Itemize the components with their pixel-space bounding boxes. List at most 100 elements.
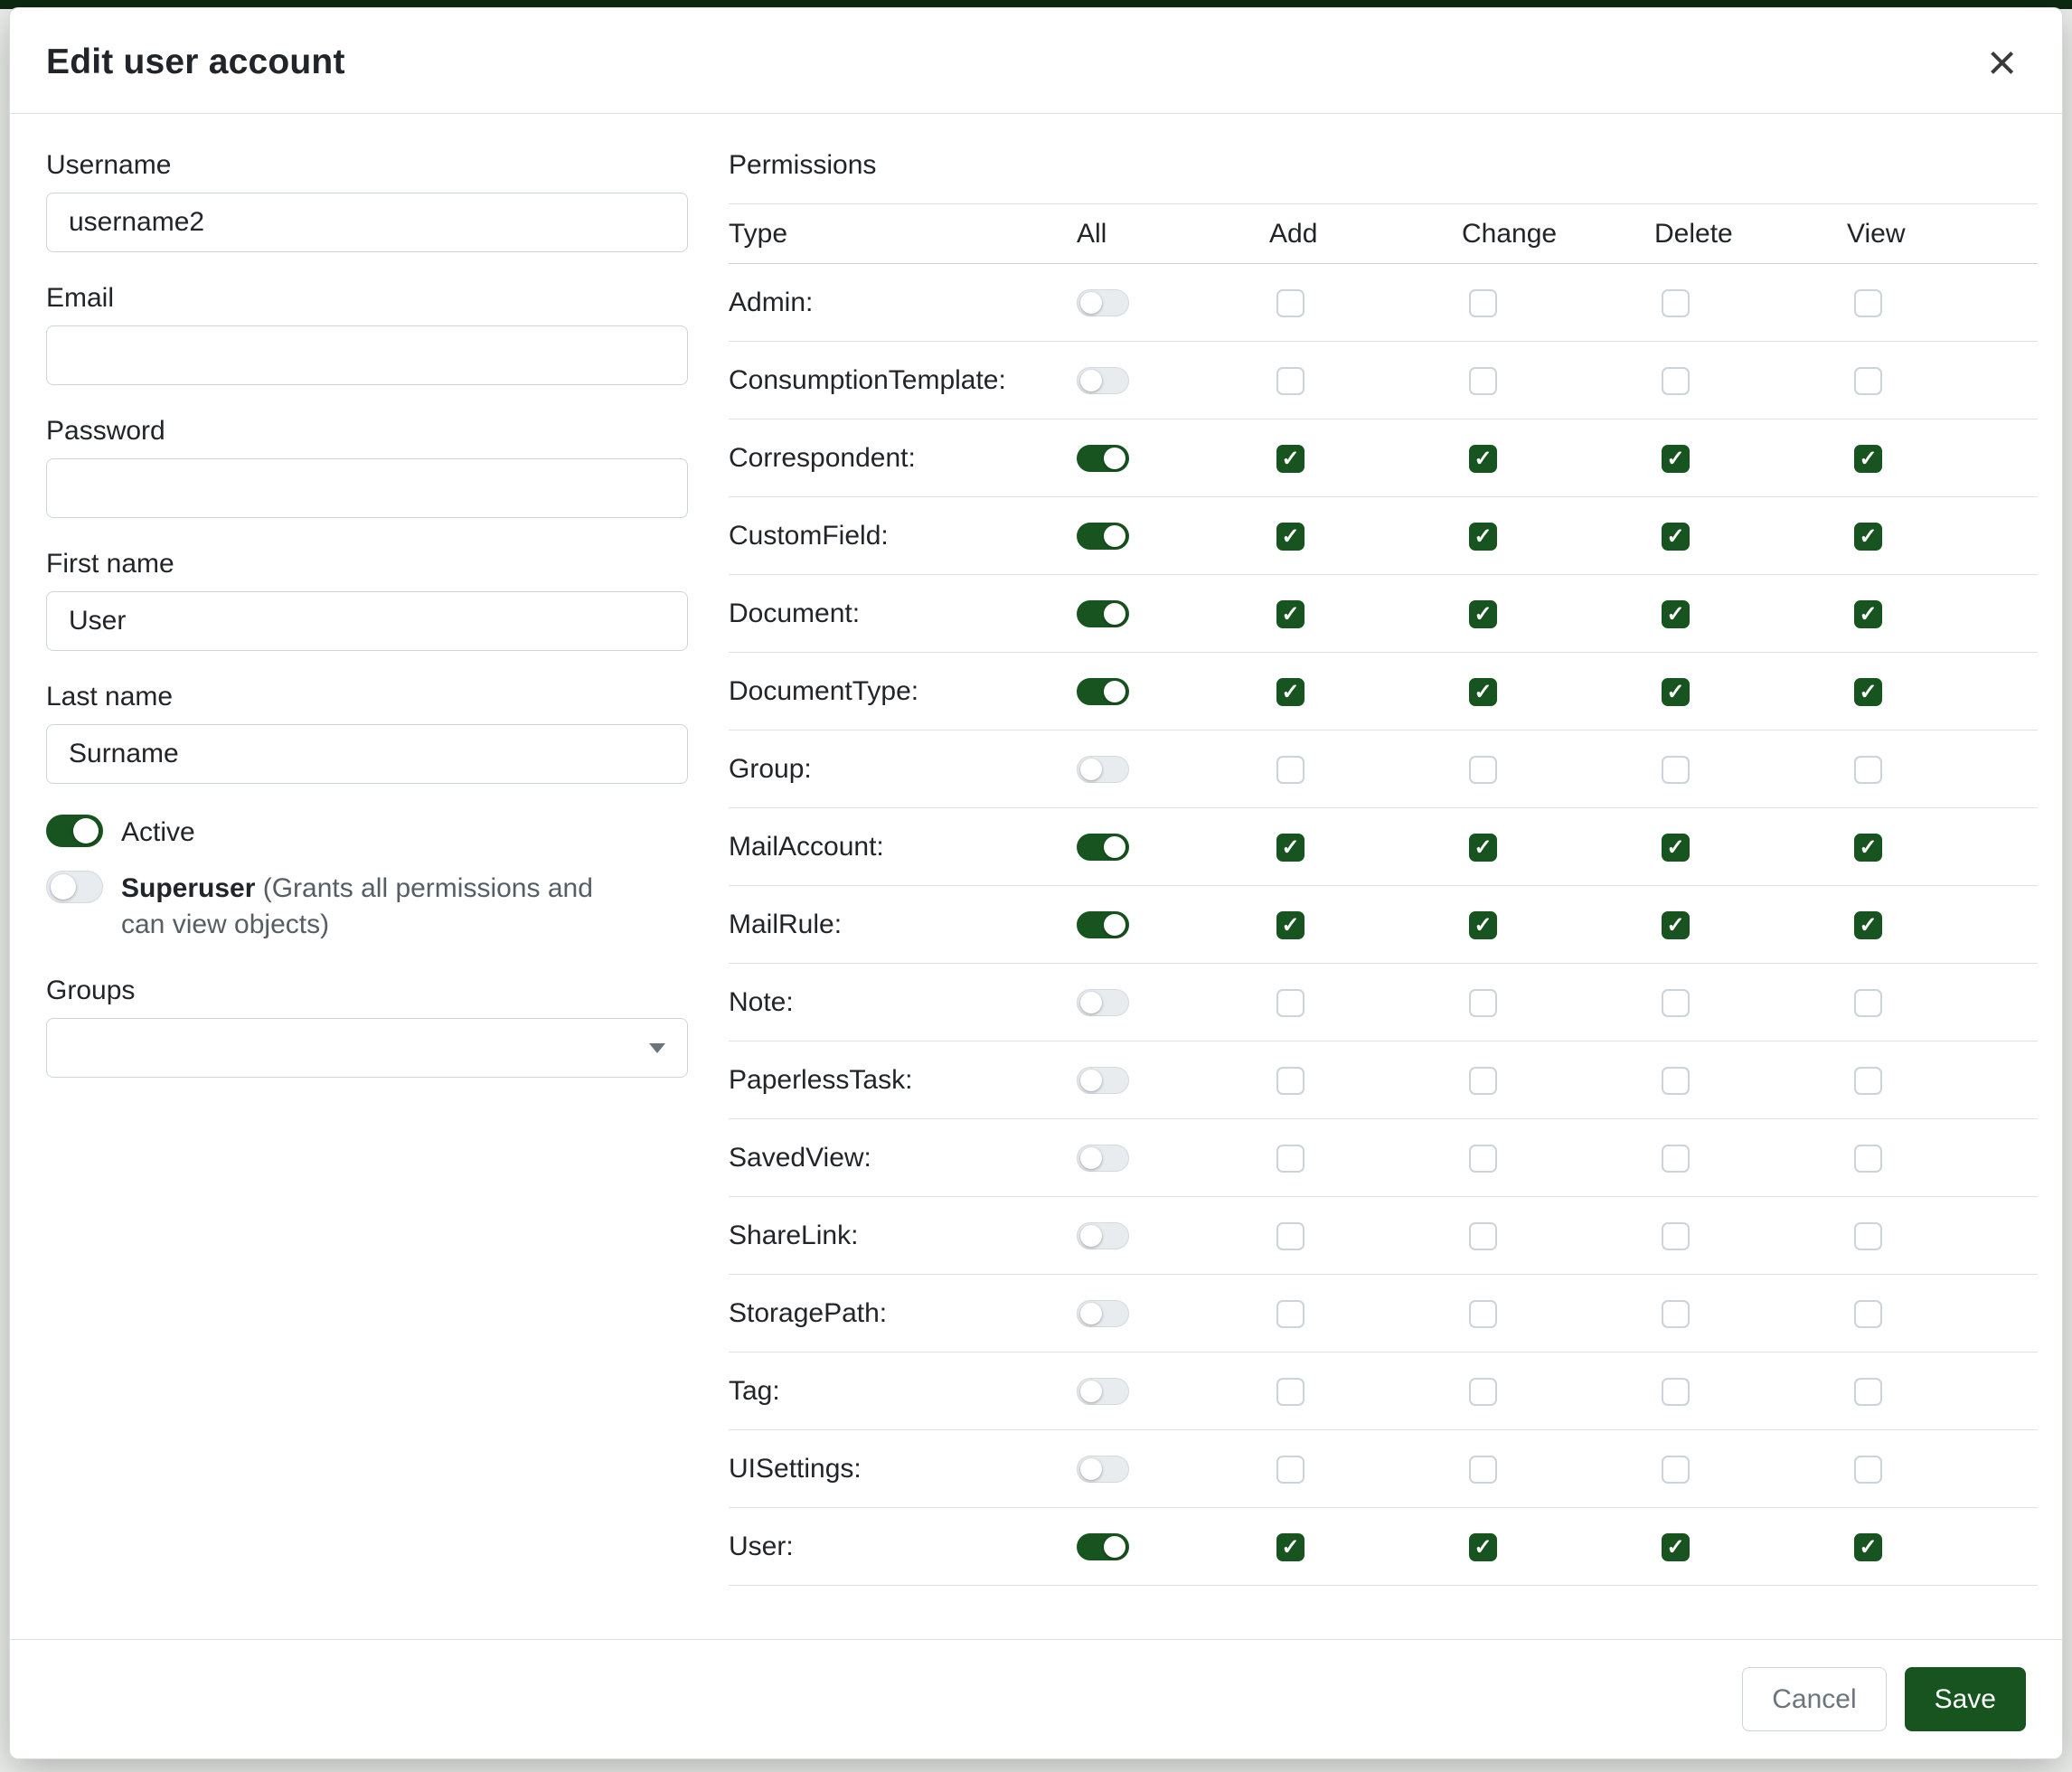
all-toggle[interactable]: [1077, 989, 1129, 1016]
all-toggle[interactable]: [1077, 756, 1129, 783]
view-checkbox[interactable]: [1854, 911, 1882, 939]
delete-checkbox[interactable]: [1662, 289, 1690, 317]
delete-checkbox[interactable]: [1662, 834, 1690, 862]
active-toggle[interactable]: [46, 815, 103, 847]
view-checkbox[interactable]: [1854, 289, 1882, 317]
delete-checkbox[interactable]: [1662, 1456, 1690, 1484]
all-toggle[interactable]: [1077, 1067, 1129, 1094]
change-checkbox[interactable]: [1469, 1378, 1497, 1406]
view-checkbox[interactable]: [1854, 678, 1882, 706]
add-checkbox[interactable]: [1276, 367, 1304, 395]
permissions-table: Type All Add Change Delete View Admin: C…: [729, 203, 2038, 1586]
change-checkbox[interactable]: [1469, 367, 1497, 395]
all-toggle[interactable]: [1077, 1222, 1129, 1249]
delete-checkbox[interactable]: [1662, 1378, 1690, 1406]
change-checkbox[interactable]: [1469, 1067, 1497, 1095]
add-checkbox[interactable]: [1276, 989, 1304, 1017]
change-checkbox[interactable]: [1469, 523, 1497, 551]
email-field[interactable]: [46, 325, 688, 385]
username-input[interactable]: [46, 193, 688, 252]
add-checkbox[interactable]: [1276, 1378, 1304, 1406]
change-checkbox[interactable]: [1469, 1145, 1497, 1173]
last-name-field[interactable]: [46, 724, 688, 784]
change-checkbox[interactable]: [1469, 678, 1497, 706]
all-toggle[interactable]: [1077, 600, 1129, 627]
delete-checkbox[interactable]: [1662, 1145, 1690, 1173]
add-checkbox[interactable]: [1276, 289, 1304, 317]
add-checkbox[interactable]: [1276, 756, 1304, 784]
add-checkbox[interactable]: [1276, 1067, 1304, 1095]
all-toggle[interactable]: [1077, 911, 1129, 938]
view-checkbox[interactable]: [1854, 989, 1882, 1017]
superuser-toggle[interactable]: [46, 871, 103, 903]
change-checkbox[interactable]: [1469, 1533, 1497, 1561]
view-checkbox[interactable]: [1854, 1145, 1882, 1173]
add-checkbox[interactable]: [1276, 834, 1304, 862]
add-checkbox[interactable]: [1276, 600, 1304, 628]
all-toggle[interactable]: [1077, 1378, 1129, 1405]
add-checkbox[interactable]: [1276, 678, 1304, 706]
change-checkbox[interactable]: [1469, 756, 1497, 784]
close-icon[interactable]: ×: [1982, 44, 2022, 80]
cancel-button[interactable]: Cancel: [1742, 1667, 1886, 1731]
change-checkbox[interactable]: [1469, 445, 1497, 473]
permissions-row: Document:: [729, 575, 2038, 653]
delete-checkbox[interactable]: [1662, 756, 1690, 784]
delete-checkbox[interactable]: [1662, 367, 1690, 395]
all-toggle[interactable]: [1077, 1300, 1129, 1327]
change-checkbox[interactable]: [1469, 600, 1497, 628]
view-checkbox[interactable]: [1854, 1222, 1882, 1250]
add-checkbox[interactable]: [1276, 911, 1304, 939]
delete-checkbox[interactable]: [1662, 1300, 1690, 1328]
view-checkbox[interactable]: [1854, 1456, 1882, 1484]
add-checkbox[interactable]: [1276, 523, 1304, 551]
save-button[interactable]: Save: [1905, 1667, 2026, 1731]
all-toggle[interactable]: [1077, 834, 1129, 861]
change-checkbox[interactable]: [1469, 989, 1497, 1017]
delete-checkbox[interactable]: [1662, 989, 1690, 1017]
change-checkbox[interactable]: [1469, 911, 1497, 939]
delete-checkbox[interactable]: [1662, 600, 1690, 628]
add-checkbox[interactable]: [1276, 1456, 1304, 1484]
all-toggle[interactable]: [1077, 1145, 1129, 1172]
view-checkbox[interactable]: [1854, 523, 1882, 551]
view-checkbox[interactable]: [1854, 1300, 1882, 1328]
view-checkbox[interactable]: [1854, 834, 1882, 862]
all-toggle[interactable]: [1077, 289, 1129, 316]
add-checkbox[interactable]: [1276, 1222, 1304, 1250]
delete-checkbox[interactable]: [1662, 445, 1690, 473]
view-checkbox[interactable]: [1854, 1067, 1882, 1095]
all-toggle[interactable]: [1077, 523, 1129, 550]
delete-checkbox[interactable]: [1662, 911, 1690, 939]
change-checkbox[interactable]: [1469, 1222, 1497, 1250]
all-toggle[interactable]: [1077, 678, 1129, 705]
all-toggle[interactable]: [1077, 367, 1129, 394]
change-checkbox[interactable]: [1469, 834, 1497, 862]
all-toggle[interactable]: [1077, 445, 1129, 472]
change-checkbox[interactable]: [1469, 1300, 1497, 1328]
delete-checkbox[interactable]: [1662, 1067, 1690, 1095]
first-name-field[interactable]: [46, 591, 688, 651]
add-checkbox[interactable]: [1276, 1533, 1304, 1561]
view-checkbox[interactable]: [1854, 1533, 1882, 1561]
view-checkbox[interactable]: [1854, 367, 1882, 395]
add-checkbox[interactable]: [1276, 1300, 1304, 1328]
view-checkbox[interactable]: [1854, 445, 1882, 473]
view-checkbox[interactable]: [1854, 1378, 1882, 1406]
add-checkbox[interactable]: [1276, 445, 1304, 473]
change-checkbox[interactable]: [1469, 289, 1497, 317]
permission-type-label: MailAccount:: [729, 832, 884, 862]
add-checkbox[interactable]: [1276, 1145, 1304, 1173]
delete-checkbox[interactable]: [1662, 1222, 1690, 1250]
delete-checkbox[interactable]: [1662, 1533, 1690, 1561]
password-field[interactable]: [46, 458, 688, 518]
groups-select[interactable]: [46, 1018, 688, 1078]
change-checkbox[interactable]: [1469, 1456, 1497, 1484]
delete-checkbox[interactable]: [1662, 523, 1690, 551]
view-checkbox[interactable]: [1854, 600, 1882, 628]
all-toggle[interactable]: [1077, 1533, 1129, 1560]
view-checkbox[interactable]: [1854, 756, 1882, 784]
permission-type-label: Admin:: [729, 287, 813, 317]
delete-checkbox[interactable]: [1662, 678, 1690, 706]
all-toggle[interactable]: [1077, 1456, 1129, 1483]
